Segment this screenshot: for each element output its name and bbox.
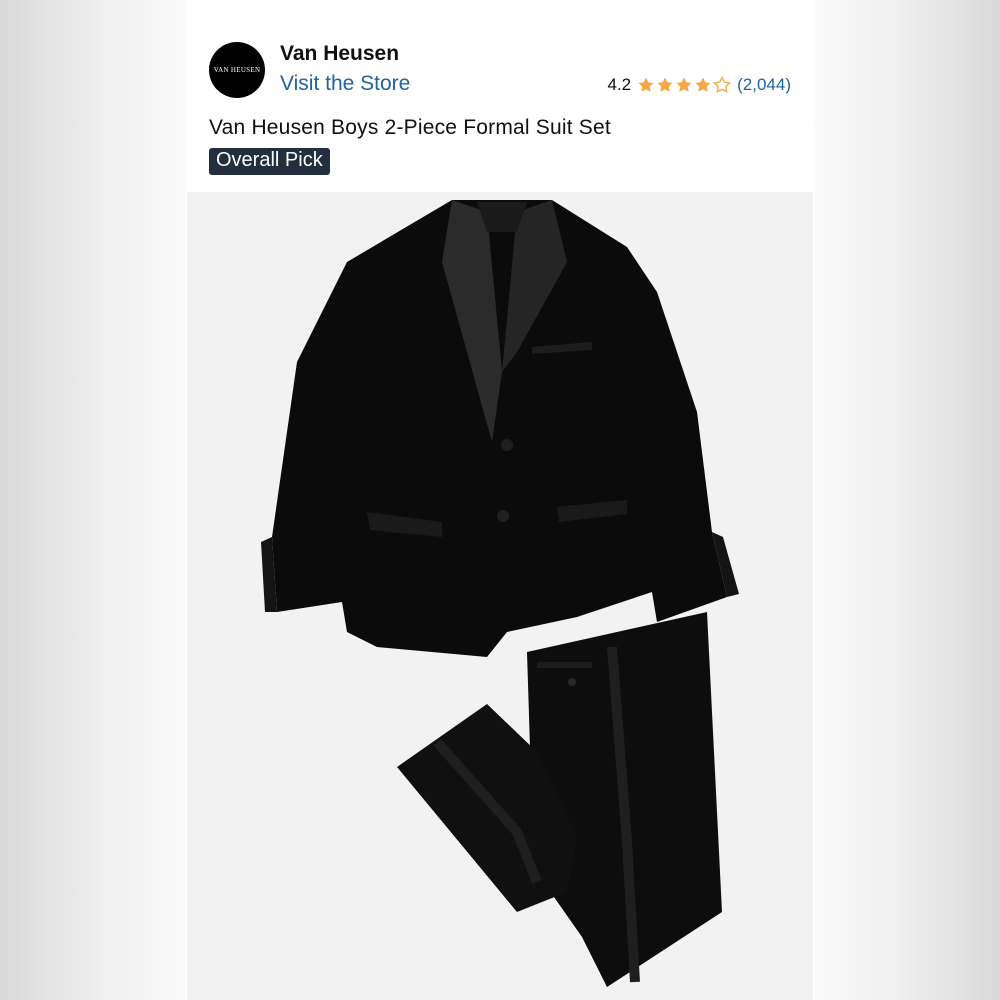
star-icon	[675, 76, 693, 94]
visit-store-link[interactable]: Visit the Store	[280, 72, 410, 96]
star-outline-icon	[713, 76, 731, 94]
rating-value: 4.2	[607, 75, 631, 95]
screenshot-frame: VAN HEUSEN Van Heusen Visit the Store 4.…	[0, 0, 1000, 1000]
brand-name: Van Heusen	[280, 42, 399, 66]
star-icon	[637, 76, 655, 94]
star-rating	[637, 76, 731, 94]
trousers-graphic	[397, 612, 722, 987]
brand-logo-text: VAN HEUSEN	[214, 66, 261, 74]
brand-logo[interactable]: VAN HEUSEN	[209, 42, 265, 98]
jacket-graphic	[261, 200, 739, 657]
product-header: VAN HEUSEN Van Heusen Visit the Store 4.…	[187, 0, 813, 192]
suit-illustration	[187, 192, 813, 1000]
review-count-link[interactable]: (2,044)	[737, 75, 791, 95]
product-title[interactable]: Van Heusen Boys 2-Piece Formal Suit Set	[209, 116, 611, 140]
star-icon	[694, 76, 712, 94]
rating-summary[interactable]: 4.2	[607, 75, 791, 95]
star-icon	[656, 76, 674, 94]
product-image[interactable]	[187, 192, 813, 1000]
overall-pick-badge: Overall Pick	[209, 148, 330, 175]
product-card: VAN HEUSEN Van Heusen Visit the Store 4.…	[187, 0, 813, 1000]
